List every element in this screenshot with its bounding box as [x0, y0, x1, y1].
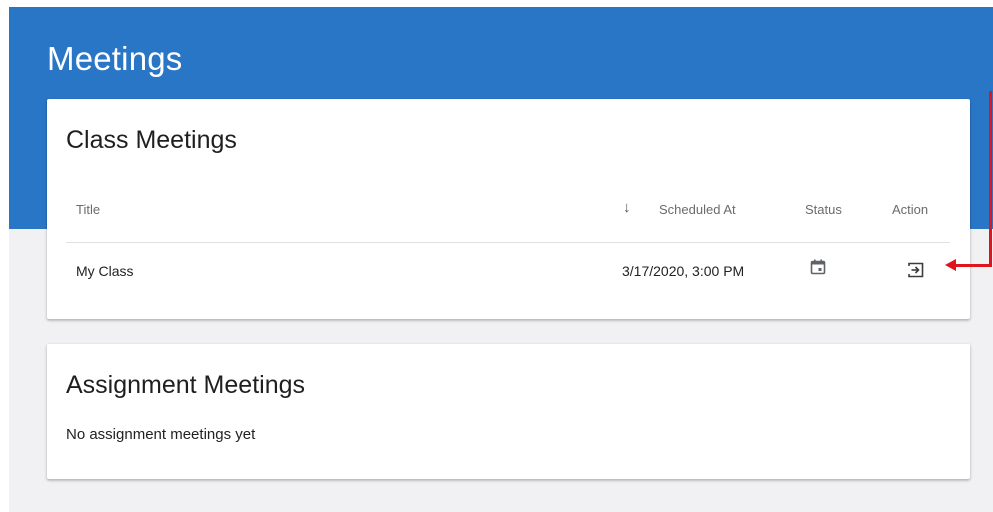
page-title: Meetings — [47, 40, 183, 77]
class-meetings-card: Class Meetings Title ↓ Scheduled At Stat… — [47, 99, 970, 319]
column-header-status[interactable]: Status — [805, 202, 842, 217]
enter-meeting-icon[interactable] — [906, 260, 926, 280]
app-frame: Meetings Class Meetings Title ↓ Schedule… — [9, 7, 993, 512]
annotation-arrow-head-icon — [945, 259, 956, 271]
class-meetings-title: Class Meetings — [66, 126, 237, 154]
row-scheduled-at-cell: 3/17/2020, 3:00 PM — [622, 263, 745, 279]
assignment-meetings-title: Assignment Meetings — [66, 371, 306, 399]
table-header-divider — [66, 242, 950, 243]
assignment-meetings-card: Assignment Meetings No assignment meetin… — [47, 344, 970, 479]
row-title-cell: My Class — [76, 263, 134, 279]
sort-arrow-down-icon[interactable]: ↓ — [623, 199, 631, 216]
annotation-arrow-line-horizontal — [955, 264, 992, 267]
calendar-icon — [809, 258, 827, 276]
column-header-title[interactable]: Title — [76, 202, 100, 217]
empty-state-text: No assignment meetings yet — [66, 426, 256, 443]
column-header-action[interactable]: Action — [892, 202, 928, 217]
annotation-arrow-line-vertical — [989, 91, 992, 266]
column-header-scheduled-at[interactable]: Scheduled At — [659, 202, 736, 217]
